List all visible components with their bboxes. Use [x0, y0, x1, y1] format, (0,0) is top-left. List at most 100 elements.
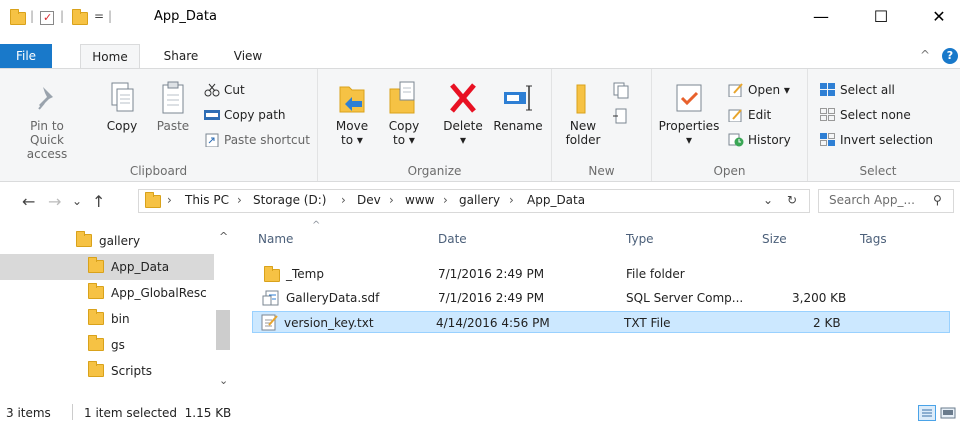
- nav-item-gallery[interactable]: gallery: [76, 228, 214, 254]
- search-icon: ⚲: [933, 193, 942, 207]
- column-header-date[interactable]: Date: [438, 232, 467, 246]
- tab-home[interactable]: Home: [80, 44, 140, 70]
- crumb-storage-d[interactable]: Storage (D:): [253, 193, 326, 207]
- new-item-icon[interactable]: [612, 81, 632, 99]
- copy-to-label-2: to ▾: [393, 133, 415, 147]
- new-folder-quick-icon[interactable]: [72, 9, 88, 25]
- crumb-separator[interactable]: ›: [237, 193, 242, 207]
- help-button[interactable]: ?: [942, 48, 958, 64]
- crumb-separator[interactable]: ›: [389, 193, 394, 207]
- delete-button[interactable]: Delete ▾: [440, 81, 486, 147]
- up-button[interactable]: ↑: [92, 192, 105, 211]
- address-bar[interactable]: › This PC › Storage (D:) › Dev › www › g…: [138, 189, 810, 213]
- select-none-button[interactable]: Select none: [820, 106, 911, 124]
- copy-to-label: Copy: [388, 119, 420, 133]
- pin-to-quick-access-button[interactable]: Pin to Quick access: [12, 81, 82, 161]
- collapse-ribbon-button[interactable]: ^: [920, 48, 930, 62]
- history-button[interactable]: History: [728, 131, 791, 149]
- folder-icon: [88, 257, 104, 273]
- move-to-button[interactable]: Move to ▾: [332, 81, 372, 147]
- back-button[interactable]: ←: [22, 192, 35, 211]
- select-none-icon: [820, 108, 836, 122]
- easy-access-icon[interactable]: [612, 107, 632, 125]
- open-group: Properties ▾ Open ▾ Edit History Open: [652, 69, 808, 181]
- cut-button[interactable]: Cut: [204, 81, 245, 99]
- scroll-up-button[interactable]: ^: [219, 230, 228, 243]
- nav-item-app-globalresources[interactable]: App_GlobalResc: [88, 280, 214, 306]
- column-header-tags[interactable]: Tags: [860, 232, 887, 246]
- search-input[interactable]: Search App_...: [829, 193, 915, 207]
- forward-button[interactable]: →: [48, 192, 61, 211]
- search-box[interactable]: Search App_... ⚲: [818, 189, 954, 213]
- column-header-type[interactable]: Type: [626, 232, 654, 246]
- file-row-temp[interactable]: _Temp 7/1/2016 2:49 PM File folder: [254, 263, 960, 285]
- crumb-separator[interactable]: ›: [443, 193, 448, 207]
- tab-file[interactable]: File: [0, 44, 52, 69]
- address-dropdown-button[interactable]: ⌄: [763, 193, 773, 207]
- refresh-button[interactable]: ↻: [787, 193, 797, 207]
- title-bar: | ✓ | = | App_Data — ☐ ✕: [0, 0, 960, 34]
- crumb-separator[interactable]: ›: [167, 193, 172, 207]
- status-item-count: 3 items: [6, 406, 51, 420]
- copy-path-button[interactable]: Copy path: [204, 106, 286, 124]
- file-date: 7/1/2016 2:49 PM: [438, 291, 545, 305]
- copy-to-button[interactable]: Copy to ▾: [384, 81, 424, 147]
- properties-button[interactable]: Properties ▾: [658, 81, 720, 147]
- file-row-version-key[interactable]: version_key.txt 4/14/2016 4:56 PM TXT Fi…: [252, 311, 950, 333]
- delete-label: Delete: [443, 119, 483, 133]
- minimize-button[interactable]: —: [798, 0, 844, 34]
- open-button[interactable]: Open ▾: [728, 81, 790, 99]
- file-size: 3,200 KB: [792, 291, 847, 305]
- edit-button[interactable]: Edit: [728, 106, 771, 124]
- crumb-app-data[interactable]: App_Data: [527, 193, 585, 207]
- pin-label-2: access: [26, 147, 68, 161]
- new-folder-button[interactable]: New folder: [560, 81, 606, 147]
- close-button[interactable]: ✕: [916, 0, 960, 34]
- scroll-down-button[interactable]: ⌄: [219, 374, 228, 387]
- properties-label: Properties: [658, 119, 720, 133]
- paste-shortcut-button[interactable]: Paste shortcut: [204, 131, 310, 149]
- clipboard-group: Pin to Quick access Copy Paste Cut Copy …: [0, 69, 318, 181]
- nav-item-bin[interactable]: bin: [88, 306, 226, 332]
- paste-button[interactable]: Paste: [150, 81, 196, 133]
- crumb-this-pc[interactable]: This PC: [185, 193, 229, 207]
- crumb-gallery[interactable]: gallery: [459, 193, 500, 207]
- crumb-separator[interactable]: ›: [509, 193, 514, 207]
- properties-icon: [673, 81, 705, 115]
- rename-button[interactable]: Rename: [490, 81, 546, 133]
- maximize-button[interactable]: ☐: [858, 0, 904, 34]
- tab-view[interactable]: View: [223, 44, 273, 69]
- column-header-name[interactable]: Name: [258, 232, 293, 246]
- crumb-separator[interactable]: ›: [341, 193, 346, 207]
- ribbon: Pin to Quick access Copy Paste Cut Copy …: [0, 68, 960, 182]
- crumb-dev[interactable]: Dev: [357, 193, 381, 207]
- organize-group: Move to ▾ Copy to ▾ Delete ▾ Rename Orga…: [318, 69, 552, 181]
- folder-icon: [264, 266, 280, 282]
- nav-scroll-thumb[interactable]: [216, 310, 230, 350]
- copy-button[interactable]: Copy: [100, 81, 144, 133]
- nav-item-gs[interactable]: gs: [88, 332, 226, 358]
- qa-separator-3: |: [108, 9, 113, 23]
- file-row-gallerydata[interactable]: GalleryData.sdf 7/1/2016 2:49 PM SQL Ser…: [254, 287, 960, 309]
- window-title: App_Data: [154, 9, 217, 24]
- customize-qa-dropdown[interactable]: =: [94, 9, 104, 23]
- nav-item-scripts[interactable]: Scripts: [88, 358, 226, 384]
- properties-quick-icon[interactable]: ✓: [40, 11, 54, 25]
- nav-item-app-data[interactable]: App_Data: [0, 254, 214, 280]
- delete-x-icon: [447, 81, 479, 115]
- new-folder-label-2: folder: [565, 133, 601, 147]
- nav-scrollbar[interactable]: ^ ⌄: [214, 222, 232, 396]
- large-icons-view-icon[interactable]: [940, 405, 956, 421]
- details-view-icon[interactable]: [918, 405, 936, 421]
- move-label-2: to ▾: [341, 133, 363, 147]
- select-all-button[interactable]: Select all: [820, 81, 895, 99]
- file-size: 2 KB: [813, 316, 841, 330]
- open-group-label: Open: [713, 164, 746, 178]
- column-header-size[interactable]: Size: [762, 232, 787, 246]
- move-label: Move: [335, 119, 369, 133]
- crumb-www[interactable]: www: [405, 193, 434, 207]
- tab-share[interactable]: Share: [155, 44, 207, 69]
- invert-selection-button[interactable]: Invert selection: [820, 131, 933, 149]
- nav-item-label: App_GlobalResc: [111, 286, 207, 300]
- recent-locations-button[interactable]: ⌄: [72, 194, 82, 208]
